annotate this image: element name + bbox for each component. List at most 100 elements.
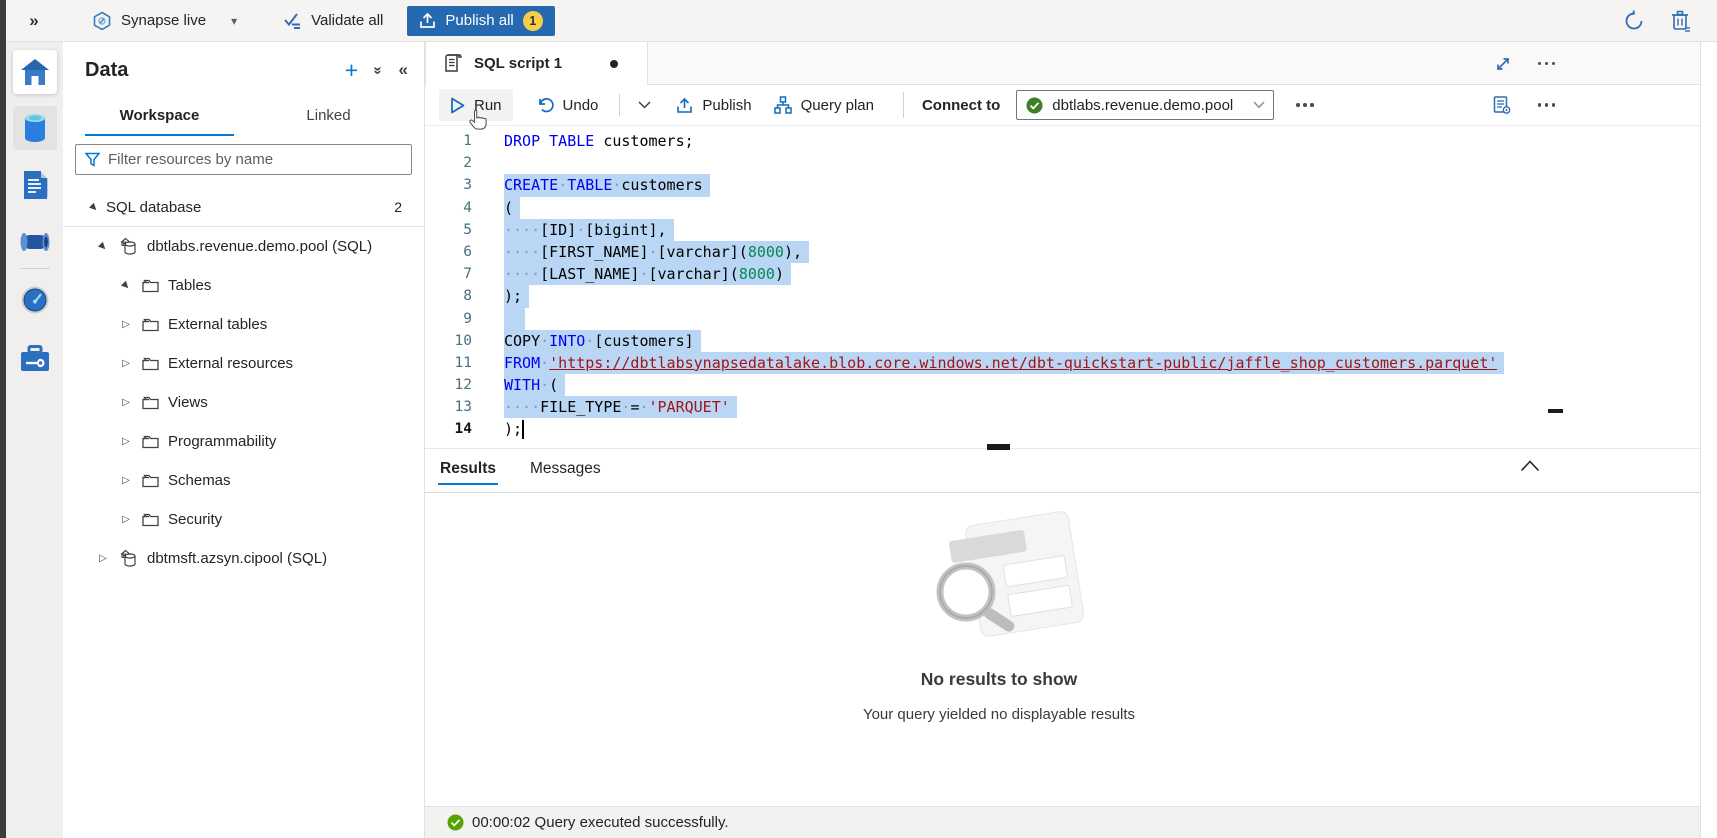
code-line-11[interactable]: 11FROM·'https://dbtlabsynapsedatalake.bl…	[425, 352, 1700, 374]
undo-button[interactable]: Undo	[525, 89, 610, 121]
code-line-1[interactable]: 1DROP TABLE customers;	[425, 130, 1700, 152]
line-number: 2	[425, 152, 472, 174]
panel-divider	[425, 448, 1700, 449]
expand-twisty-icon[interactable]: ▷	[120, 358, 132, 369]
tree-item-label: Security	[168, 511, 222, 528]
add-resource-icon[interactable]: +	[345, 60, 358, 80]
collapse-twisty-icon[interactable]: ▶	[95, 238, 111, 254]
expand-editor-icon[interactable]	[1494, 55, 1512, 73]
filter-resources-input[interactable]	[108, 151, 411, 168]
tree-item-security[interactable]: ▷ Security	[63, 500, 424, 539]
properties-icon[interactable]	[1492, 95, 1512, 115]
tab-title: SQL script 1	[474, 55, 562, 72]
expand-twisty-icon[interactable]: ▷	[120, 514, 132, 525]
code-line-10[interactable]: 10COPY·INTO·[customers]	[425, 330, 1700, 352]
line-number: 13	[425, 396, 472, 418]
hub-monitor-button[interactable]	[13, 278, 57, 322]
data-panel: Data + » « Workspace Linked ▶SQL databas…	[63, 42, 425, 838]
sql-object-tree: ▶SQL database2▶dbtlabs.revenue.demo.pool…	[63, 188, 424, 578]
results-resize-handle[interactable]	[987, 444, 1010, 450]
tab-more-actions-icon[interactable]	[1538, 62, 1556, 66]
tree-item-label: dbtmsft.azsyn.cipool (SQL)	[147, 550, 327, 567]
hub-develop-button[interactable]	[13, 163, 57, 207]
hub-home-button[interactable]	[13, 50, 57, 94]
expand-twisty-icon[interactable]: ▷	[120, 475, 132, 486]
run-label: Run	[474, 97, 502, 114]
line-number: 4	[425, 197, 472, 219]
success-check-icon	[447, 814, 464, 831]
tree-item-programmability[interactable]: ▷ Programmability	[63, 422, 424, 461]
line-number: 10	[425, 330, 472, 352]
hub-integrate-button[interactable]	[13, 220, 57, 264]
expand-twisty-icon[interactable]: ▷	[97, 553, 109, 564]
publish-all-button[interactable]: Publish all 1	[407, 6, 554, 36]
publish-all-label: Publish all	[445, 12, 513, 29]
collapse-twisty-icon[interactable]: ▶	[118, 277, 134, 293]
code-line-14[interactable]: 14);	[425, 418, 1700, 440]
no-results-illustration	[904, 500, 1094, 650]
line-number: 12	[425, 374, 472, 396]
expand-sidebar-chevrons[interactable]: »	[6, 11, 62, 31]
run-play-icon	[450, 97, 465, 114]
collapse-twisty-icon[interactable]: ▶	[86, 199, 102, 215]
expand-twisty-icon[interactable]: ▷	[120, 397, 132, 408]
publish-button[interactable]: Publish	[665, 89, 762, 121]
tab-results[interactable]: Results	[438, 454, 498, 488]
tree-item-views[interactable]: ▷Views	[63, 383, 424, 422]
toolbar-more-actions-icon[interactable]	[1296, 103, 1314, 107]
pool-name: dbtlabs.revenue.demo.pool	[1052, 97, 1245, 114]
run-button[interactable]: Run	[439, 89, 513, 121]
manage-toolbox-icon	[20, 345, 50, 372]
tab-sql-script-1[interactable]: SQL script 1	[425, 42, 648, 85]
line-number: 11	[425, 352, 472, 374]
query-status-bar: 00:00:02 Query executed successfully.	[425, 806, 1700, 838]
line-number: 6	[425, 241, 472, 263]
tree-item-label: Programmability	[168, 433, 276, 450]
tree-item-external-resources[interactable]: ▷External resources	[63, 344, 424, 383]
collapse-all-icon[interactable]: »	[370, 66, 387, 74]
refresh-icon[interactable]	[1623, 10, 1645, 32]
code-line-5[interactable]: 5····[ID]·[bigint],	[425, 219, 1700, 241]
code-line-9[interactable]: 9	[425, 308, 1700, 330]
code-line-3[interactable]: 3CREATE·TABLE·customers	[425, 174, 1700, 196]
tree-item-tables[interactable]: ▶Tables	[63, 266, 424, 305]
integrate-pipeline-icon	[19, 230, 51, 254]
connect-to-label: Connect to	[922, 97, 1000, 114]
filter-resources-box	[75, 144, 412, 175]
tab-linked[interactable]: Linked	[244, 98, 413, 134]
sql-code-editor[interactable]: 1DROP TABLE customers;23CREATE·TABLE·cus…	[425, 126, 1700, 479]
editor-toolbar: Run Undo Publish	[425, 85, 1700, 126]
code-line-12[interactable]: 12WITH·(	[425, 374, 1700, 396]
editor-more-actions-icon[interactable]	[1538, 103, 1556, 107]
tree-item-dbtlabs-revenue-demo-pool-sql[interactable]: ▶dbtlabs.revenue.demo.pool (SQL)	[63, 227, 424, 266]
validate-all-button[interactable]: Validate all	[273, 5, 393, 37]
hub-manage-button[interactable]	[13, 336, 57, 380]
tree-item-label: SQL database	[106, 199, 201, 216]
code-line-13[interactable]: 13····FILE_TYPE·=·'PARQUET'	[425, 396, 1700, 418]
commands-chevron-down-icon[interactable]	[630, 96, 659, 114]
tree-item-schemas[interactable]: ▷Schemas	[63, 461, 424, 500]
filter-funnel-icon	[85, 152, 100, 167]
tree-item-external-tables[interactable]: ▷External tables	[63, 305, 424, 344]
tree-item-sql-database[interactable]: ▶SQL database2	[63, 188, 424, 227]
discard-trash-icon[interactable]	[1671, 10, 1691, 32]
expand-twisty-icon[interactable]: ▷	[120, 319, 132, 330]
code-line-7[interactable]: 7····[LAST_NAME]·[varchar](8000)	[425, 263, 1700, 285]
connect-to-pool-dropdown[interactable]: dbtlabs.revenue.demo.pool	[1016, 90, 1274, 120]
expand-twisty-icon[interactable]: ▷	[120, 436, 132, 447]
collapse-panel-icon[interactable]: «	[399, 60, 408, 80]
code-line-4[interactable]: 4(	[425, 197, 1700, 219]
tab-messages[interactable]: Messages	[528, 454, 603, 488]
folder-icon	[142, 279, 159, 293]
code-line-6[interactable]: 6····[FIRST_NAME]·[varchar](8000),	[425, 241, 1700, 263]
undo-label: Undo	[563, 97, 599, 114]
query-plan-button[interactable]: Query plan	[763, 89, 885, 121]
code-line-2[interactable]: 2	[425, 152, 1700, 174]
tab-workspace[interactable]: Workspace	[75, 98, 244, 134]
tree-item-dbtmsft-azsyn-cipool-sql[interactable]: ▷ dbtmsft.azsyn.cipool (SQL)	[63, 539, 424, 578]
hub-data-button[interactable]	[13, 106, 57, 150]
folder-icon	[142, 396, 159, 410]
mode-switcher-synapse-live[interactable]: Synapse live ▾	[82, 5, 247, 37]
code-line-8[interactable]: 8);	[425, 285, 1700, 307]
collapse-results-chevron-icon[interactable]	[1520, 460, 1540, 472]
